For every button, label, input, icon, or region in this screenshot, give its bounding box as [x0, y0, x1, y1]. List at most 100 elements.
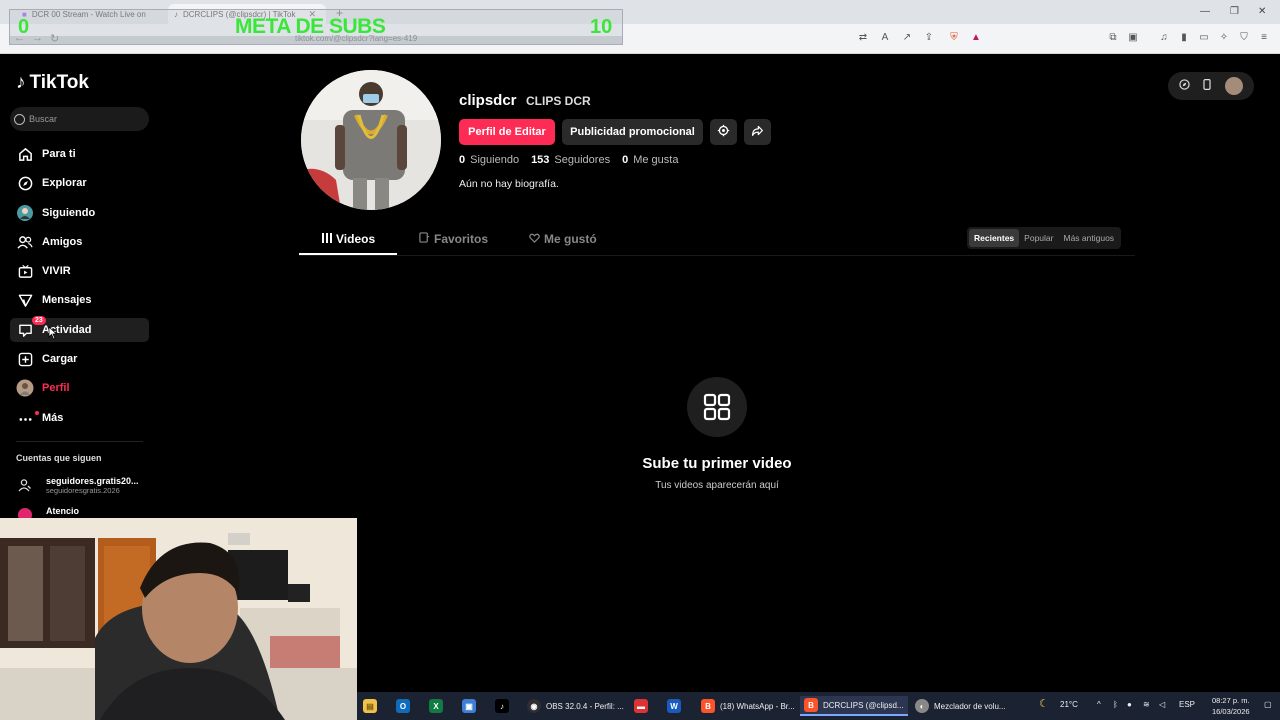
- taskbar-files-button[interactable]: ▤: [363, 696, 377, 716]
- search-box[interactable]: [10, 107, 149, 131]
- tiktok-logo[interactable]: ♪ TikTok: [16, 72, 89, 94]
- gear-icon: [717, 124, 730, 140]
- restore-window-icon[interactable]: ❐: [1230, 6, 1239, 17]
- sidebar-item-explorar[interactable]: Explorar: [10, 171, 149, 195]
- sort-toggle: Recientes Popular Más antiguos: [967, 227, 1122, 249]
- sidebar-item-para-ti[interactable]: Para ti: [10, 142, 149, 166]
- goal-title: META DE SUBS: [235, 15, 386, 38]
- taskbar-window-button[interactable]: ▣: [462, 696, 476, 716]
- settings-button[interactable]: [710, 119, 737, 145]
- music-icon[interactable]: ♫: [1158, 32, 1170, 44]
- chevron-up-icon[interactable]: ^: [1097, 700, 1101, 709]
- heart-outline-icon: [529, 232, 540, 246]
- goal-start-value: 0: [18, 16, 30, 38]
- followers-count: 153: [531, 154, 550, 166]
- sidebar-divider: [16, 441, 143, 442]
- sidebar-item-label: Para ti: [42, 148, 76, 160]
- taskbar-clock[interactable]: 08:27 p. m. 16/03/2026: [1212, 695, 1250, 717]
- brand-name: TikTok: [29, 72, 89, 93]
- empty-grid-icon: [687, 377, 747, 437]
- taskbar-volume-mixer-button[interactable]: ◐ Mezclador de volu...: [911, 696, 1010, 716]
- vpn-icon[interactable]: ⛉: [1238, 32, 1250, 44]
- activity-icon: 23: [16, 316, 46, 339]
- taskbar-app-label: Mezclador de volu...: [934, 701, 1006, 711]
- taskbar-tiktok-button[interactable]: ♪: [495, 696, 509, 716]
- sidebar-item-vivir[interactable]: VIVIR: [10, 259, 149, 283]
- weather-moon-icon[interactable]: ☾: [1039, 697, 1049, 710]
- sidebar-item-siguiendo[interactable]: Siguiendo: [10, 201, 149, 225]
- translate-icon[interactable]: ⇄: [857, 32, 869, 44]
- sort-mas-antiguos[interactable]: Más antiguos: [1058, 229, 1119, 247]
- tab-favoritos[interactable]: Favoritos: [419, 232, 488, 246]
- taskbar-whatsapp-button[interactable]: B (18) WhatsApp - Br...: [697, 696, 799, 716]
- sort-popular[interactable]: Popular: [1019, 229, 1058, 247]
- taskbar-outlook-button[interactable]: O: [396, 696, 410, 716]
- leo-ai-icon[interactable]: ✧: [1218, 32, 1230, 44]
- menu-icon[interactable]: ≡: [1258, 32, 1270, 44]
- profile-avatar[interactable]: [301, 70, 441, 210]
- open-external-icon[interactable]: ↗: [901, 32, 913, 44]
- brave-shield-icon[interactable]: ⛨: [948, 32, 960, 44]
- sidebar-item-mas[interactable]: Más: [10, 406, 149, 430]
- mouse-cursor-icon: [48, 326, 58, 340]
- screenshot-icon[interactable]: ▣: [1127, 32, 1139, 44]
- keyboard-language[interactable]: ESP: [1179, 700, 1195, 709]
- sidebar-item-cargar[interactable]: Cargar: [10, 347, 149, 371]
- taskbar-excel-button[interactable]: X: [429, 696, 443, 716]
- wallet-icon[interactable]: ▭: [1198, 32, 1210, 44]
- sidebar-item-mensajes[interactable]: Mensajes: [10, 288, 149, 312]
- phone-icon[interactable]: [1203, 79, 1212, 93]
- suggested-account-name: Atencio: [46, 506, 80, 516]
- goal-target-value: 10: [590, 16, 613, 38]
- following-avatar-icon: [16, 204, 34, 222]
- edit-profile-button[interactable]: Perfil de Editar: [459, 119, 555, 145]
- folder-icon: ▤: [363, 699, 377, 713]
- following-stat[interactable]: 0 Siguiendo: [459, 154, 519, 166]
- sidebar-toggle-icon[interactable]: ▮: [1178, 32, 1190, 44]
- taskbar-obs-button[interactable]: ◉ OBS 32.0.4 - Perfil: ...: [523, 696, 628, 716]
- followers-stat[interactable]: 153 Seguidores: [531, 154, 610, 166]
- search-input[interactable]: [29, 114, 139, 124]
- taskbar-tiktok-browser-button[interactable]: B DCRCLIPS (@clipsd...: [800, 696, 908, 716]
- clock-time: 08:27 p. m.: [1212, 696, 1250, 705]
- home-icon: [16, 145, 34, 163]
- promote-button[interactable]: Publicidad promocional: [562, 119, 703, 145]
- bluetooth-icon[interactable]: ᛒ: [1113, 700, 1118, 709]
- taskbar-word-button[interactable]: W: [667, 696, 681, 716]
- sidebar-item-perfil[interactable]: Perfil: [10, 376, 149, 400]
- wifi-icon[interactable]: ≋: [1143, 700, 1150, 709]
- more-icon: [16, 409, 39, 427]
- profile-avatar-icon: [16, 379, 34, 397]
- language-icon[interactable]: A: [879, 32, 891, 44]
- tab-label: Videos: [336, 232, 376, 246]
- share-icon[interactable]: ⇪: [923, 32, 935, 44]
- webcam-overlay: [0, 518, 357, 720]
- sidebar-item-actividad[interactable]: 23 Actividad: [10, 316, 149, 342]
- extensions-icon[interactable]: ⧉: [1107, 32, 1119, 44]
- user-avatar[interactable]: [1225, 77, 1244, 95]
- sidebar-item-label: Siguiendo: [42, 207, 96, 219]
- close-window-icon[interactable]: ✕: [1258, 6, 1266, 17]
- suggested-account-handle: seguidoresgratis.2026: [46, 486, 120, 495]
- compass-small-icon[interactable]: [1179, 79, 1190, 93]
- microphone-icon[interactable]: ●: [1127, 700, 1132, 709]
- notifications-icon[interactable]: ▢: [1264, 700, 1272, 709]
- taskbar-media-button[interactable]: ▬: [634, 696, 648, 716]
- empty-state-title: Sube tu primer video: [642, 455, 792, 472]
- obs-icon: ◉: [527, 699, 541, 713]
- tab-me-gusto[interactable]: Me gustó: [529, 232, 597, 246]
- minimize-window-icon[interactable]: —: [1200, 6, 1210, 17]
- word-icon: W: [667, 699, 681, 713]
- share-profile-button[interactable]: [744, 119, 771, 145]
- media-icon: ▬: [634, 699, 648, 713]
- user-outline-icon: [18, 478, 32, 492]
- weather-temperature[interactable]: 21°C: [1060, 700, 1078, 709]
- volume-mixer-icon: ◐: [915, 699, 929, 713]
- tab-videos[interactable]: Videos: [322, 232, 375, 246]
- sort-recientes[interactable]: Recientes: [969, 229, 1020, 247]
- profile-stats: 0 Siguiendo 153 Seguidores 0 Me gusta: [459, 154, 678, 166]
- suggested-account[interactable]: seguidores.gratis20... seguidoresgratis.…: [18, 476, 139, 495]
- brave-rewards-icon[interactable]: ▲: [970, 32, 982, 44]
- sidebar-item-amigos[interactable]: Amigos: [10, 230, 149, 254]
- speaker-icon[interactable]: ◁: [1159, 700, 1165, 709]
